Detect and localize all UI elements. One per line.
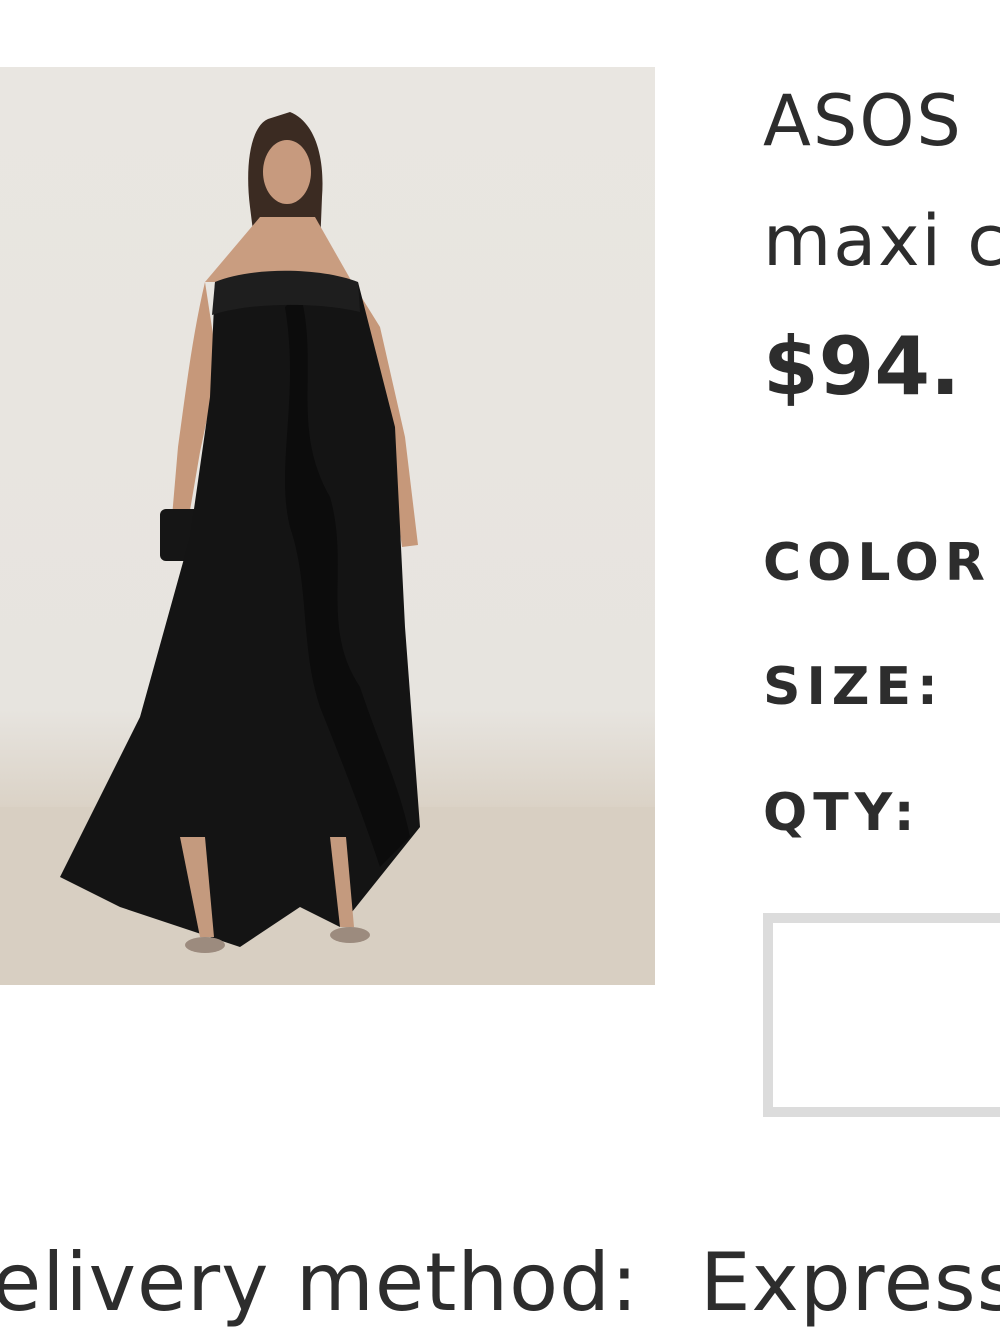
product-price: $94. — [763, 320, 961, 413]
product-page: ASOS maxi c $94. COLOR SIZE: QTY: eliver… — [0, 0, 1000, 1333]
delivery-method-label: elivery method: — [0, 1236, 639, 1329]
size-label: SIZE: — [763, 657, 944, 717]
product-title-line-2: maxi c — [763, 200, 1000, 282]
delivery-method-value[interactable]: Express — [700, 1236, 1000, 1329]
color-label: COLOR — [763, 533, 991, 593]
qty-label: QTY: — [763, 783, 921, 843]
product-title-line-1: ASOS — [763, 80, 963, 162]
product-image[interactable] — [0, 67, 655, 985]
product-photo-illustration — [0, 112, 655, 985]
add-to-bag-button[interactable] — [763, 913, 1000, 1117]
